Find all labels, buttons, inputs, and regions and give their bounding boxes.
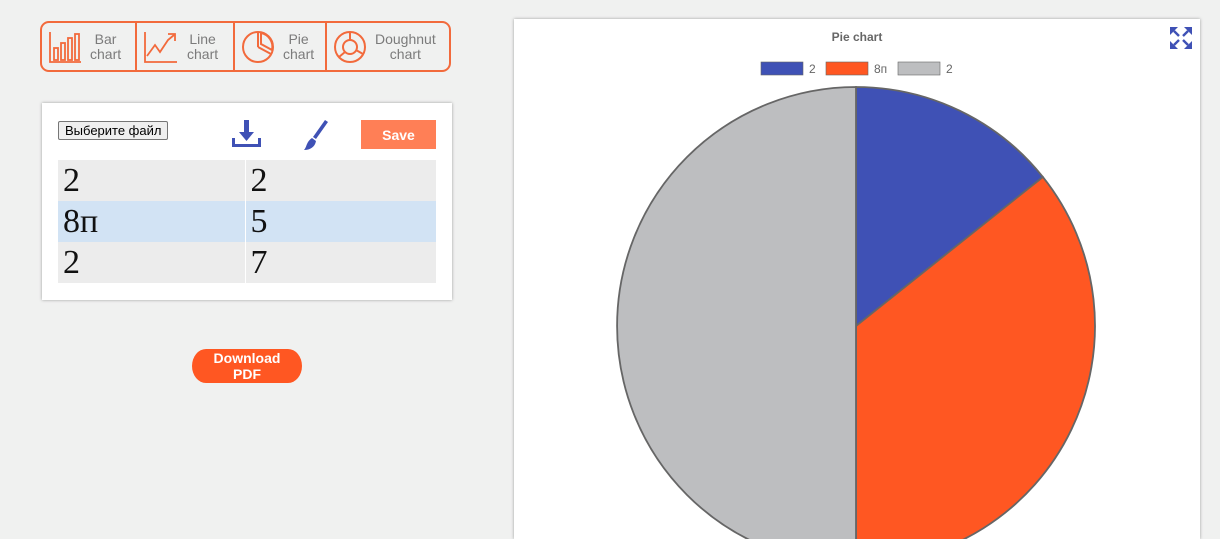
download-icon[interactable] [231, 119, 263, 149]
row-label-cell[interactable]: 8п [58, 201, 246, 242]
doughnut-chart-label: Doughnut chart [375, 30, 436, 62]
pie-chart-label: Pie chart [283, 30, 315, 62]
table-row: 2 2 [58, 160, 436, 201]
row-label-cell[interactable]: 2 [58, 242, 246, 283]
bar-chart-button[interactable]: Bar chart [42, 23, 137, 70]
download-pdf-button[interactable]: Download PDF [192, 349, 302, 383]
line-chart-label: Line chart [187, 30, 219, 62]
legend-swatch [897, 61, 941, 76]
pie-chart: Pie chart 2 8п 2 [616, 30, 1096, 539]
chart-type-selector: Bar chart Line chart Pie chart Doughnut … [40, 21, 451, 72]
chart-card: Pie chart 2 8п 2 [514, 19, 1200, 539]
paint-brush-icon[interactable] [303, 119, 329, 151]
legend-label: 2 [946, 62, 953, 76]
save-button[interactable]: Save [361, 120, 436, 149]
data-table: 2 2 8п 5 2 7 [58, 160, 436, 283]
table-row: 8п 5 [58, 201, 436, 242]
doughnut-chart-button[interactable]: Doughnut chart [327, 23, 449, 70]
choose-file-button[interactable]: Выберите файл [58, 121, 169, 140]
table-row: 2 7 [58, 242, 436, 283]
row-value-cell[interactable]: 2 [245, 160, 436, 201]
expand-icon[interactable] [1170, 27, 1192, 49]
doughnut-chart-icon [334, 30, 366, 63]
legend-label: 2 [809, 62, 816, 76]
bar-chart-label: Bar chart [90, 30, 122, 62]
pie-slice [616, 86, 857, 539]
legend-swatch [825, 61, 869, 76]
row-value-cell[interactable]: 7 [245, 242, 436, 283]
row-value-cell[interactable]: 5 [245, 201, 436, 242]
line-chart-button[interactable]: Line chart [137, 23, 235, 70]
pie-chart-button[interactable]: Pie chart [235, 23, 327, 70]
chart-title: Pie chart [832, 30, 883, 44]
line-chart-icon [144, 31, 177, 63]
bar-chart-icon [49, 31, 81, 63]
pie-chart-icon [242, 30, 274, 63]
data-panel: Выберите файл Save 2 2 8п 5 2 7 [42, 103, 452, 300]
row-label-cell[interactable]: 2 [58, 160, 246, 201]
legend-swatch [760, 61, 804, 76]
legend-label: 8п [874, 62, 887, 76]
